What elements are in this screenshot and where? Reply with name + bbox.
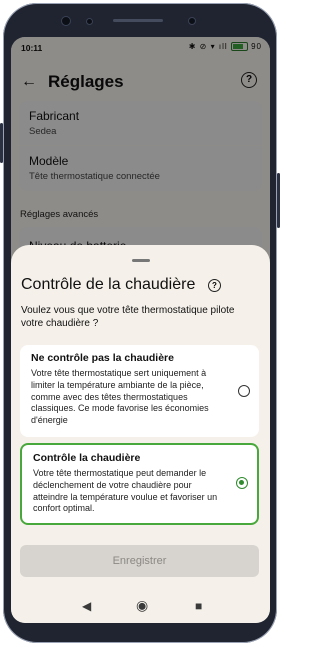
save-button[interactable]: Enregistrer [20, 545, 259, 577]
option-description: Votre tête thermostatique peut demander … [33, 468, 218, 514]
sheet-help-icon[interactable]: ? [208, 279, 221, 292]
option-description: Votre tête thermostatique sert uniquemen… [31, 368, 209, 426]
phone-frame: 10:11 ✱ ⊘ ▾ ıll 90 ← Réglages ? Fabrican… [0, 3, 280, 643]
nav-back-icon[interactable]: ◀ [82, 599, 91, 613]
iris-sensor-icon [188, 17, 196, 25]
option-boiler-control[interactable]: Contrôle la chaudière Votre tête thermos… [20, 443, 259, 525]
nav-home-icon[interactable]: ◉ [136, 597, 148, 614]
option-title: Contrôle la chaudière [33, 452, 141, 464]
option-title: Ne contrôle pas la chaudière [31, 352, 174, 364]
front-camera-icon [61, 16, 71, 26]
volume-button [0, 123, 3, 163]
radio-unselected-icon[interactable] [238, 385, 250, 397]
radio-selected-icon[interactable] [236, 477, 248, 489]
earpiece [113, 19, 163, 22]
sheet-title: Contrôle de la chaudière [21, 276, 196, 293]
drag-handle[interactable] [132, 259, 150, 262]
sensor-icon [86, 18, 93, 25]
system-nav-bar: ◀ ◉ ■ [11, 592, 270, 622]
option-no-boiler-control[interactable]: Ne contrôle pas la chaudière Votre tête … [20, 345, 259, 437]
screen: 10:11 ✱ ⊘ ▾ ıll 90 ← Réglages ? Fabrican… [11, 37, 270, 623]
boiler-control-sheet: Contrôle de la chaudière ? Voulez vous q… [11, 245, 270, 623]
power-button [277, 173, 280, 228]
nav-recents-icon[interactable]: ■ [195, 599, 202, 613]
sheet-question: Voulez vous que votre tête thermostatiqu… [21, 305, 235, 329]
